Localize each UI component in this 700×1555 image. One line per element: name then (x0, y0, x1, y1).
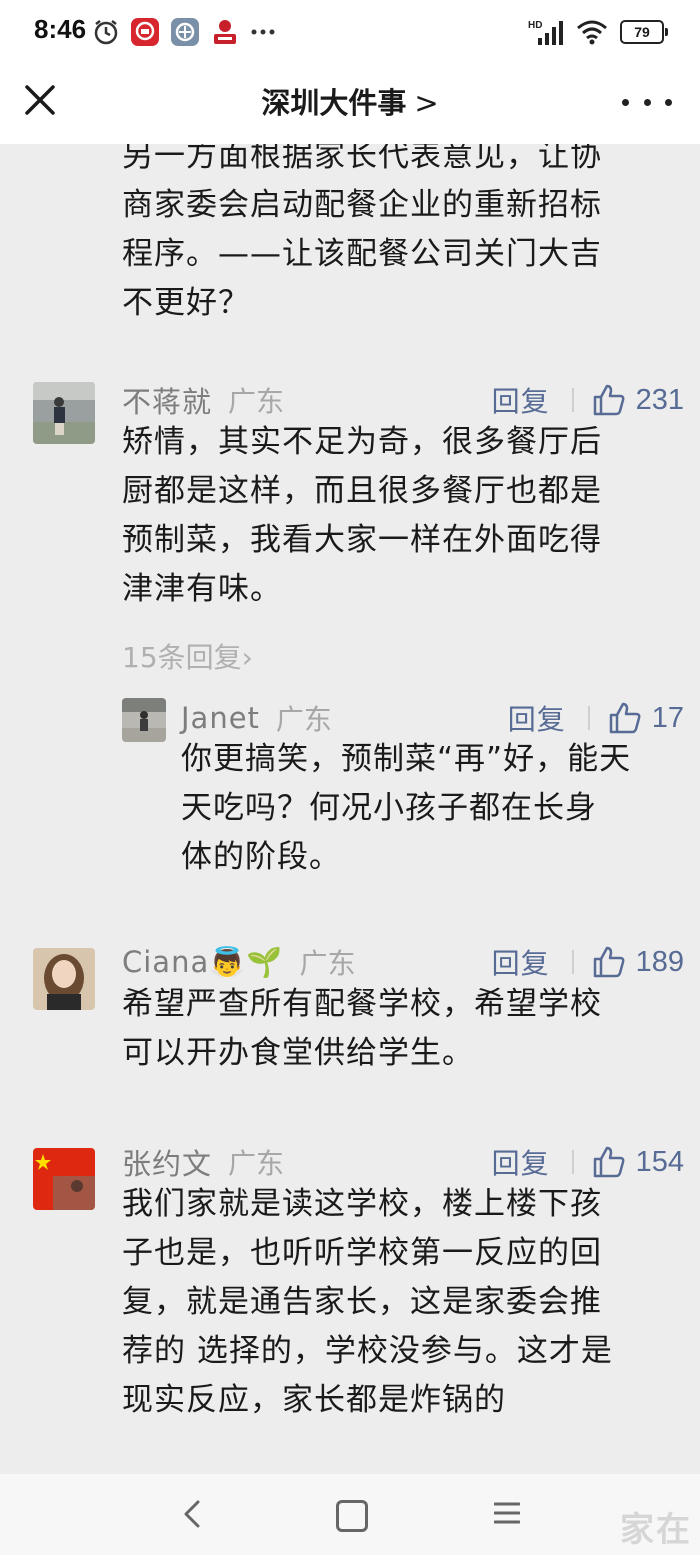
replier-region: 广东 (275, 703, 332, 736)
comment-actions: 回复 189 (492, 942, 684, 982)
text-line: 体的阶段。 (181, 839, 341, 875)
text-line: 荐的 选择的，学校没参与。这才是 (122, 1333, 613, 1369)
status-time: 8:46 (34, 14, 87, 44)
system-icons: HD 79 (528, 14, 668, 50)
more-menu-icon[interactable] (622, 84, 672, 120)
battery-indicator: 79 (620, 20, 668, 44)
comments-list: 另一方面根据家长代表意见，让协 商家委会启动配餐企业的重新招标 程序。——让该配… (0, 144, 700, 1474)
comment-header: Ciana👼🌱 广东 回复 189 (122, 942, 692, 982)
text-line: 矫情，其实不足为奇，很多餐厅后 (122, 424, 602, 460)
comment-text: 我们家就是读这学校，楼上楼下孩 子也是，也听听学校第一反应的回 复，就是通告家长… (122, 1180, 682, 1425)
alarm-icon (94, 20, 118, 45)
back-icon[interactable] (178, 1498, 206, 1530)
commenter-name[interactable]: Ciana👼🌱 (122, 945, 283, 980)
text-line: 天吃吗？何况小孩子都在长身 (181, 790, 597, 826)
chevron-right-icon: › (241, 641, 253, 674)
more-replies-link[interactable]: 15条回复› (122, 636, 253, 676)
divider (587, 706, 590, 730)
reply-actions: 回复 17 (508, 698, 684, 738)
map-app-icon (171, 18, 199, 46)
commenter-name[interactable]: 不蒋就 (122, 379, 212, 421)
comment-text: 矫情，其实不足为奇，很多餐厅后 厨都是这样，而且很多餐厅也都是 预制菜，我看大家… (122, 418, 682, 614)
text-line: 另一方面根据家长代表意见，让协 (122, 144, 602, 174)
text-line: 你更搞笑，预制菜“再”好，能天 (181, 741, 632, 777)
watermark: 家在 (620, 1510, 692, 1550)
more-notifications-icon (251, 29, 275, 35)
like-count: 189 (635, 945, 684, 978)
more-replies-label: 15条回复 (122, 641, 242, 674)
page-title-text: 深圳大件事 (261, 86, 407, 120)
network-label: HD (528, 20, 542, 31)
name-emoji: 👼🌱 (209, 944, 284, 979)
text-line: 商家委会启动配餐企业的重新招标 (122, 187, 602, 223)
comment-header: 张约文 广东 回复 154 (122, 1142, 692, 1182)
reply-header: Janet 广东 回复 17 (181, 698, 692, 738)
previous-comment-text: 另一方面根据家长代表意见，让协 商家委会启动配餐企业的重新招标 程序。——让该配… (122, 144, 682, 328)
status-bar: 8:46 HD 79 (0, 0, 700, 64)
title-chevron-icon: > (414, 86, 439, 120)
like-icon[interactable] (592, 1145, 626, 1179)
text-line: 我们家就是读这学校，楼上楼下孩 (122, 1186, 602, 1222)
text-line: 可以开办食堂供给学生。 (122, 1035, 474, 1071)
avatar[interactable] (33, 1148, 95, 1210)
commenter-name[interactable]: 张约文 (122, 1141, 212, 1183)
like-icon[interactable] (608, 701, 642, 735)
comment-actions: 回复 154 (492, 1142, 684, 1182)
recent-apps-icon[interactable] (494, 1500, 520, 1526)
like-icon[interactable] (592, 945, 626, 979)
text-line: 现实反应，家长都是炸锅的 (122, 1382, 506, 1418)
comment-actions: 回复 231 (492, 380, 684, 420)
commenter-region: 广东 (228, 1147, 285, 1180)
divider (571, 388, 574, 412)
like-count: 154 (635, 1145, 684, 1178)
comment-text: 希望严查所有配餐学校，希望学校 可以开办食堂供给学生。 (122, 980, 682, 1078)
news-app-icon (214, 20, 236, 44)
text-line: 不更好？ (122, 285, 250, 321)
text-line: 津津有味。 (122, 571, 282, 607)
text-line: 复，就是通告家长，这是家委会推 (122, 1284, 602, 1320)
text-line: 厨都是这样，而且很多餐厅也都是 (122, 473, 602, 509)
signal-icon: HD (528, 20, 563, 45)
text-line: 程序。——让该配餐公司关门大吉 (122, 236, 602, 272)
replier-name[interactable]: Janet (181, 701, 260, 735)
divider (571, 1150, 574, 1174)
notification-icons (92, 16, 276, 48)
reply-button[interactable]: 回复 (492, 1142, 550, 1182)
page-title[interactable]: 深圳大件事 > (0, 80, 700, 122)
reply-button[interactable]: 回复 (492, 380, 550, 420)
divider (571, 950, 574, 974)
text-line: 希望严查所有配餐学校，希望学校 (122, 986, 602, 1022)
reply-text: 你更搞笑，预制菜“再”好，能天 天吃吗？何况小孩子都在长身 体的阶段。 (181, 735, 681, 882)
reply-avatar[interactable] (122, 698, 166, 742)
system-nav-bar: 家在 (0, 1474, 700, 1555)
like-count: 231 (635, 383, 684, 416)
commenter-region: 广东 (228, 385, 285, 418)
home-icon[interactable] (336, 1500, 368, 1532)
like-icon[interactable] (592, 383, 626, 417)
avatar[interactable] (33, 382, 95, 444)
text-line: 预制菜，我看大家一样在外面吃得 (122, 522, 602, 558)
comment-header: 不蒋就 广东 回复 231 (122, 380, 692, 420)
text-line: 子也是，也听听学校第一反应的回 (122, 1235, 602, 1271)
reply-button[interactable]: 回复 (492, 942, 550, 982)
commenter-region: 广东 (299, 947, 356, 980)
like-count: 17 (651, 701, 684, 734)
nav-bar: 深圳大件事 > (0, 64, 700, 144)
bank-app-icon (131, 18, 159, 46)
wifi-icon (577, 20, 607, 45)
commenter-name-text: Ciana (122, 944, 210, 979)
avatar[interactable] (33, 948, 95, 1010)
reply-button[interactable]: 回复 (508, 698, 566, 738)
